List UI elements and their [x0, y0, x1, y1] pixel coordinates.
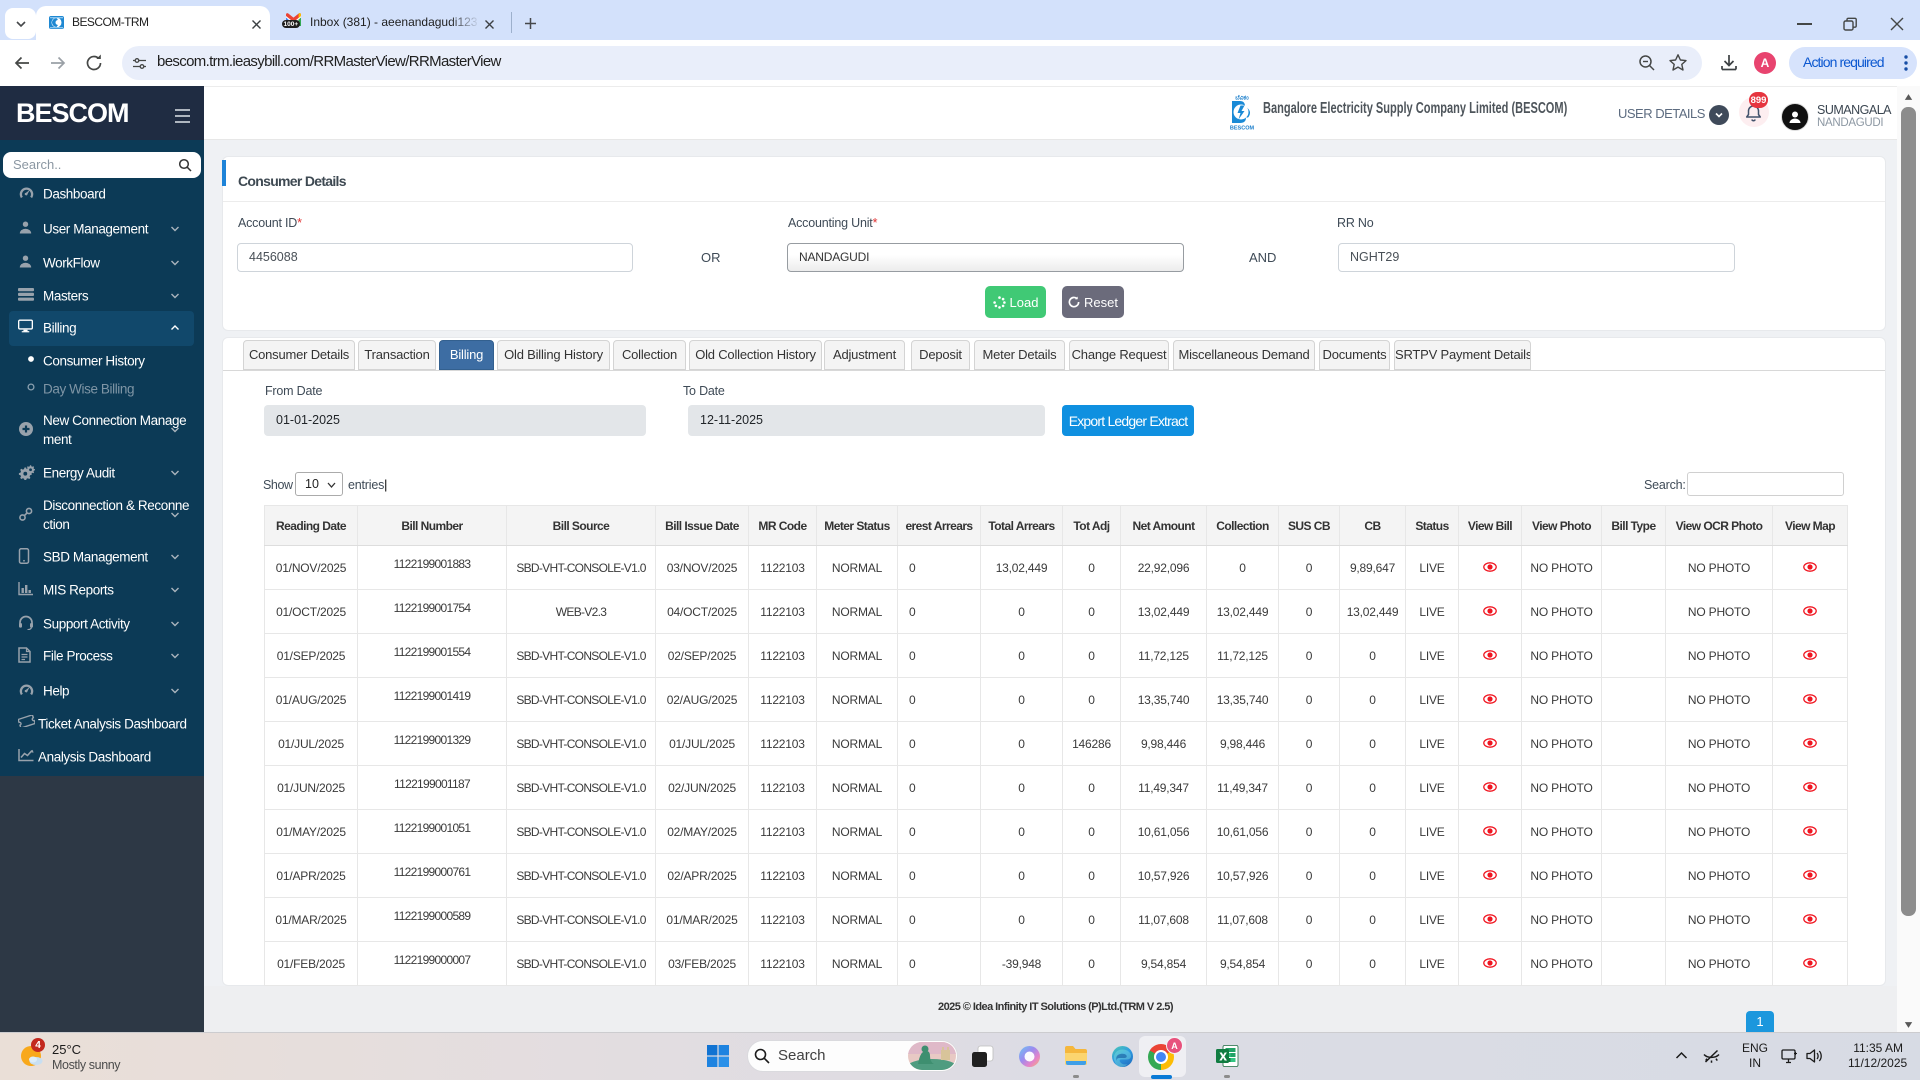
- svg-text:BESCOM: BESCOM: [1230, 126, 1255, 131]
- svg-text:ಬೆವಿಕಂ: ಬೆವಿಕಂ: [1235, 95, 1249, 102]
